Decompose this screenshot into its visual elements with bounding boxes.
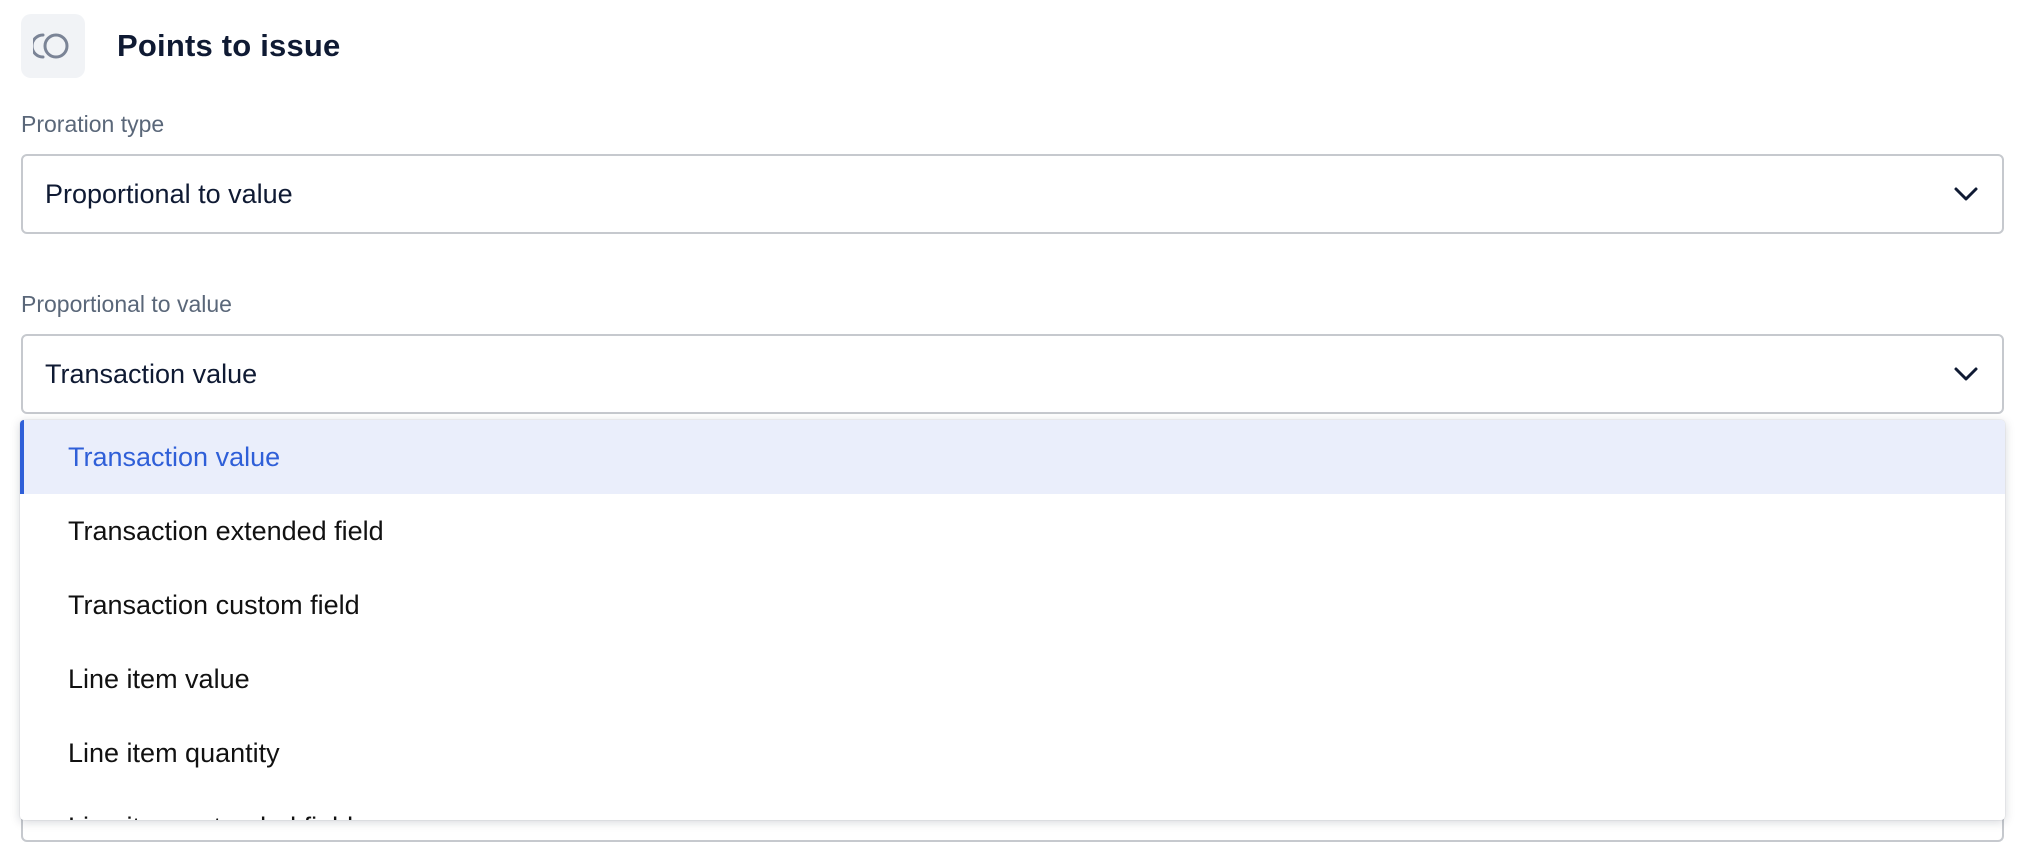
section-header: Points to issue <box>21 14 340 78</box>
proportional-to-value: Transaction value <box>45 358 258 389</box>
chevron-down-icon <box>1952 180 1980 208</box>
proportional-to-dropdown-menu: Transaction value Transaction extended f… <box>20 420 2005 820</box>
proportional-to-label: Proportional to value <box>21 291 232 317</box>
dropdown-option-transaction-custom-field[interactable]: Transaction custom field <box>20 568 2005 642</box>
dropdown-option-line-item-extended-field[interactable]: Line item extended field <box>20 790 2005 821</box>
dropdown-option-line-item-quantity[interactable]: Line item quantity <box>20 716 2005 790</box>
proportional-to-select[interactable]: Transaction value <box>21 334 2004 414</box>
dropdown-option-transaction-value[interactable]: Transaction value <box>20 420 2005 494</box>
proration-type-value: Proportional to value <box>45 178 293 209</box>
dropdown-option-transaction-extended-field[interactable]: Transaction extended field <box>20 494 2005 568</box>
toggle-circle-icon <box>21 14 85 78</box>
dropdown-option-line-item-value[interactable]: Line item value <box>20 642 2005 716</box>
proration-type-label: Proration type <box>21 111 165 137</box>
section-title: Points to issue <box>117 28 341 63</box>
page: Points to issue Proration type Proportio… <box>0 0 2018 858</box>
chevron-down-icon <box>1952 360 1980 388</box>
proration-type-select[interactable]: Proportional to value <box>21 154 2004 234</box>
